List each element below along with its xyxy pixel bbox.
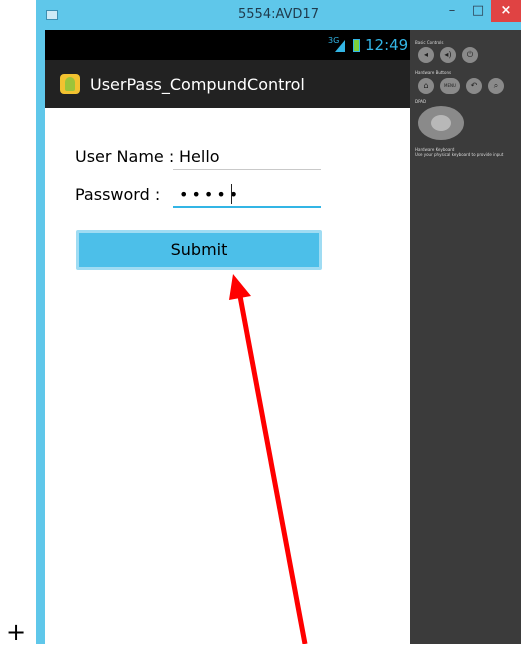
arrow-head (229, 274, 251, 300)
arrow-shaft (237, 295, 308, 644)
red-arrow-annotation (229, 274, 308, 644)
